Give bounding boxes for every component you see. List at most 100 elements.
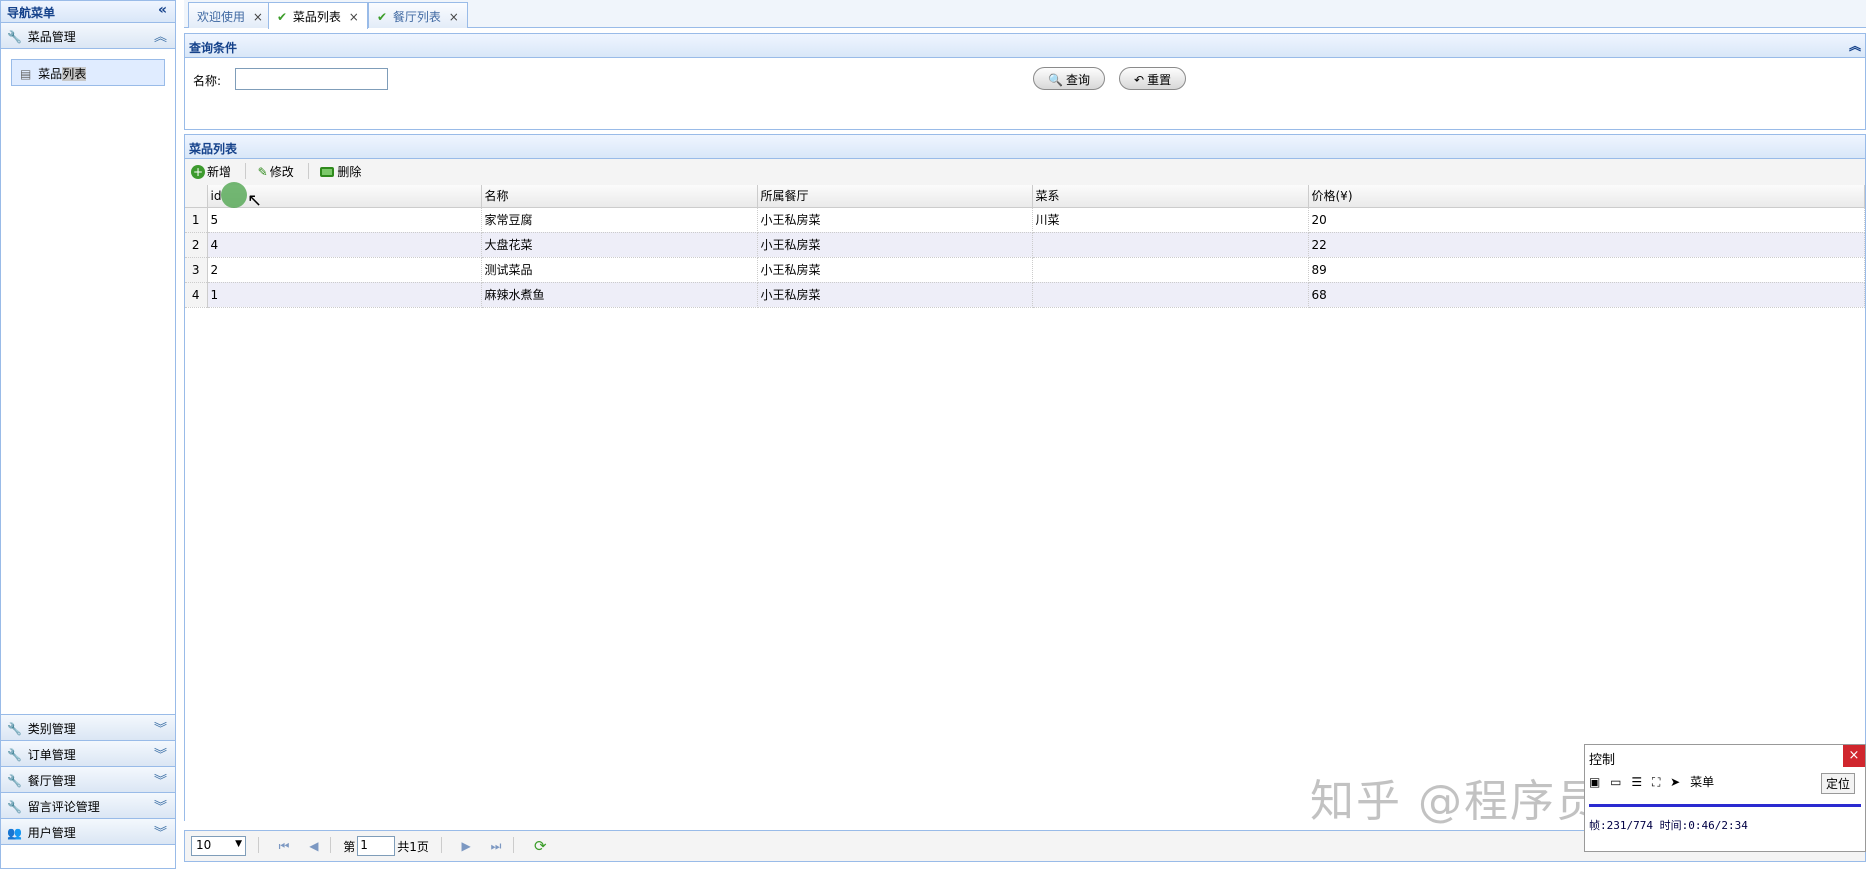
chevron-down-icon[interactable]: ︾ [154,718,167,737]
cell-restaurant: 小王私房菜 [757,232,1033,258]
table-header-row: id 名称 所属餐厅 菜系 价格(¥) [185,185,1865,208]
close-icon[interactable]: × [1843,745,1865,767]
search-button[interactable]: 🔍 查询 [1033,67,1105,90]
first-page-icon[interactable]: ⏮ [279,839,290,854]
chevron-up-icon[interactable]: ︽ [154,26,167,45]
table-row[interactable]: 2 4 大盘花菜 小王私房菜 22 [185,232,1865,258]
column-header[interactable]: 价格(¥) [1308,185,1865,208]
collapsed-sections: 🔧 类别管理 ︾ 🔧 订单管理 ︾ 🔧 餐厅管理 ︾ 🔧 留言评论管理 ︾ 👥 [1,715,175,845]
cell-id: 1 [207,282,482,308]
tab-restaurant-list[interactable]: ✔ 餐厅列表 × [368,2,468,28]
query-panel-title: 查询条件 [189,41,238,55]
tree-item-dish-list[interactable]: ▤ 菜品列表 [11,59,165,86]
toolbar-separator [244,163,246,179]
dish-table: id 名称 所属餐厅 菜系 价格(¥) 1 5 家常豆腐 小王私房菜 川菜 20… [185,185,1865,308]
accordion-user-management[interactable]: 👥 用户管理 ︾ [1,819,175,845]
click-indicator [221,182,247,208]
page-number-input[interactable]: 1 [357,836,396,856]
chevron-down-icon[interactable]: ︾ [154,822,167,841]
page-prefix: 第 [343,839,356,854]
fullscreen-icon[interactable]: ⛶ [1652,775,1660,790]
list-icon[interactable]: ☰ [1631,775,1642,789]
mouse-cursor-icon: ↖ [247,190,263,211]
check-icon: ✔ [277,10,288,24]
control-panel: 控制 × ▣ ▭ ☰ ⛶ ➤ 菜单 定位 帧:231/774 时间:0:46/2… [1584,744,1866,852]
close-icon[interactable]: × [349,10,359,24]
close-icon[interactable]: × [253,10,263,24]
frame-time-info: 帧:231/774 时间:0:46/2:34 [1589,819,1748,832]
cell-name: 家常豆腐 [481,207,758,233]
tab-dish-list[interactable]: ✔ 菜品列表 × [268,2,368,29]
accordion-label: 订单管理 [27,748,76,762]
timeline-track[interactable] [1589,799,1861,807]
column-header[interactable]: 菜系 [1032,185,1309,208]
query-panel-header: 查询条件 ︽ [184,33,1866,58]
cell-cuisine [1032,282,1309,308]
column-header[interactable]: 所属餐厅 [757,185,1033,208]
cell-price: 89 [1308,257,1865,283]
delete-button[interactable]: 删除 [320,163,361,180]
search-icon: 🔍 [1048,73,1063,87]
main-area: 欢迎使用 × ✔ 菜品列表 × ✔ 餐厅列表 × 查询条件 ︽ 名称: 🔍查询 [184,0,1866,869]
table-row[interactable]: 1 5 家常豆腐 小王私房菜 川菜 20 [185,207,1865,233]
cell-price: 22 [1308,232,1865,258]
pager-separator [257,836,259,853]
accordion-label: 菜品管理 [27,30,76,44]
refresh-icon[interactable]: ⟳ [534,837,547,855]
wrench-icon: 🔧 [7,800,22,814]
menu-button[interactable]: 菜单 [1690,773,1714,790]
accordion-restaurant-management[interactable]: 🔧 餐厅管理 ︾ [1,767,175,793]
name-search-input[interactable] [235,68,388,90]
locate-button[interactable]: 定位 [1820,773,1855,794]
last-page-icon[interactable]: ⏭ [491,839,502,854]
accordion-comment-management[interactable]: 🔧 留言评论管理 ︾ [1,793,175,819]
cell-price: 68 [1308,282,1865,308]
wrench-icon: 🔧 [7,748,22,762]
database-icon: ▤ [20,67,32,81]
wrench-icon: 🔧 [7,722,22,736]
table-row[interactable]: 3 2 测试菜品 小王私房菜 89 [185,257,1865,283]
toolbar-separator [307,163,309,179]
window-icon[interactable]: ▭ [1610,775,1621,789]
accordion-category-management[interactable]: 🔧 类别管理 ︾ [1,715,175,741]
close-icon[interactable]: × [449,10,459,24]
add-button[interactable]: + 新增 [191,163,231,180]
control-panel-title: 控制 [1589,753,1616,768]
accordion-label: 留言评论管理 [27,800,100,814]
prev-page-icon[interactable]: ◀ [309,839,318,853]
wrench-icon: 🔧 [7,30,22,44]
chevron-down-icon[interactable]: ︾ [154,770,167,789]
table-row[interactable]: 4 1 麻辣水煮鱼 小王私房菜 68 [185,282,1865,308]
frame-icon[interactable]: ▣ [1589,775,1600,789]
cell-restaurant: 小王私房菜 [757,257,1033,283]
cell-price: 20 [1308,207,1865,233]
chevron-down-icon[interactable]: ︾ [154,796,167,815]
chevron-up-icon[interactable]: ︽ [1849,37,1861,54]
cell-name: 测试菜品 [481,257,758,283]
tab-bar: 欢迎使用 × ✔ 菜品列表 × ✔ 餐厅列表 × [184,0,1866,29]
next-page-icon[interactable]: ▶ [462,839,471,853]
cell-cuisine: 川菜 [1032,207,1309,233]
reset-button[interactable]: ↶ 重置 [1119,67,1187,90]
column-header[interactable]: 名称 [481,185,758,208]
cell-restaurant: 小王私房菜 [757,207,1033,233]
chevron-down-icon[interactable]: ︾ [154,744,167,763]
pager-separator [513,836,515,853]
total-pages: 共1页 [397,839,429,854]
accordion-body: ▤ 菜品列表 [1,49,175,715]
cursor-icon[interactable]: ➤ [1670,775,1680,789]
accordion-label: 用户管理 [27,826,76,840]
collapse-sidebar-icon[interactable]: « [158,2,167,18]
wrench-icon: 🔧 [7,774,22,788]
accordion-dish-management[interactable]: 🔧 菜品管理 ︽ [1,23,175,49]
app-root: 导航菜单 « 🔧 菜品管理 ︽ ▤ 菜品列表 🔧 类别管理 ︾ 🔧 订单管理 ︾ [0,0,1866,869]
plus-icon: + [191,165,205,179]
rownum-header [185,185,208,208]
page-size-select[interactable]: 10 ▼ [191,836,246,856]
edit-button[interactable]: ✎ 修改 [258,163,294,180]
row-number: 3 [185,257,208,283]
tab-welcome[interactable]: 欢迎使用 × [188,2,272,28]
tree-item-label-highlight: 列表 [62,67,87,81]
accordion-order-management[interactable]: 🔧 订单管理 ︾ [1,741,175,767]
list-toolbar: + 新增 ✎ 修改 删除 [184,159,1866,185]
